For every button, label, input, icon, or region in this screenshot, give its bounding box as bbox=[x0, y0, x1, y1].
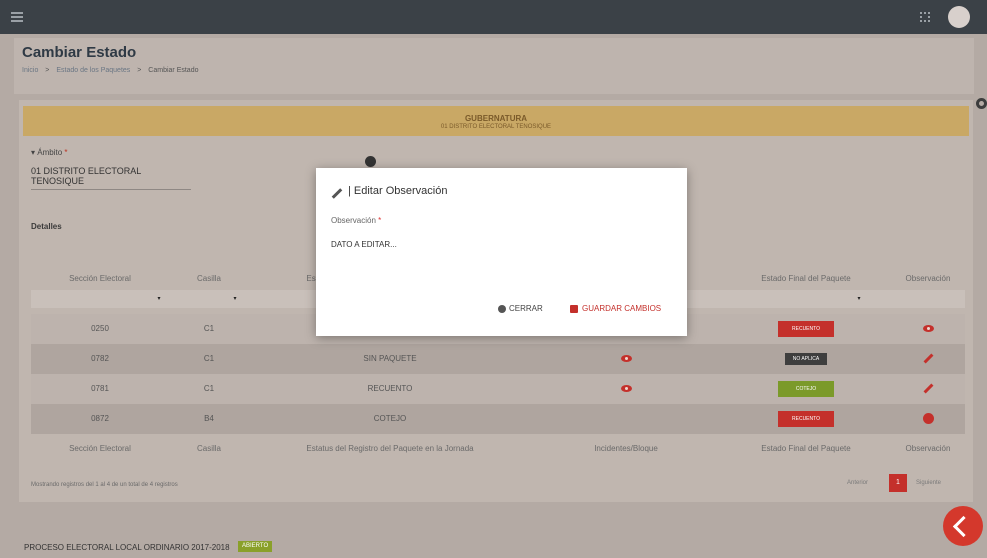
footer-estatus: Estatus del Registro del Paquete en la J… bbox=[306, 444, 474, 453]
cell-seccion: 0782 bbox=[91, 354, 109, 363]
pencil-icon[interactable] bbox=[923, 383, 933, 394]
save-button-label: GUARDAR CAMBIOS bbox=[582, 304, 662, 313]
cell-estatus: COTEJO bbox=[373, 414, 407, 423]
status-badge: ABIERTO bbox=[238, 541, 273, 552]
pagination-info: Mostrando registros del 1 al 4 de un tot… bbox=[31, 482, 178, 488]
status-badge: NO APLICA bbox=[785, 352, 827, 365]
gear-icon[interactable] bbox=[976, 98, 987, 109]
eye-icon[interactable] bbox=[620, 385, 632, 393]
eye-icon[interactable] bbox=[620, 355, 632, 363]
pagination-prev[interactable]: Anterior bbox=[847, 480, 868, 486]
table-row: 0781 C1 RECUENTO COTEJO bbox=[31, 374, 965, 404]
cell-casilla: B4 bbox=[204, 414, 214, 423]
ambito-select[interactable]: 01 DISTRITO ELECTORAL TENOSIQUE bbox=[31, 166, 191, 190]
eye-icon[interactable] bbox=[922, 325, 934, 333]
chevron-down-icon[interactable]: ▾ bbox=[851, 290, 867, 308]
cell-accion bbox=[891, 344, 965, 374]
chevron-down-icon[interactable]: ▾ bbox=[227, 290, 243, 308]
breadcrumb-home[interactable]: Inicio bbox=[22, 67, 38, 74]
table-row: 0782 C1 SIN PAQUETE NO APLICA bbox=[31, 344, 965, 374]
fullscreen-icon[interactable] bbox=[920, 12, 930, 22]
cell-accion bbox=[891, 404, 965, 434]
cell-seccion: 0872 bbox=[91, 414, 109, 423]
banner-subtitle: 01 DISTRITO ELECTORAL TENOSIQUE bbox=[440, 124, 552, 130]
breadcrumb-separator: > bbox=[45, 67, 50, 74]
process-label: PROCESO ELECTORAL LOCAL ORDINARIO 2017-2… bbox=[24, 543, 230, 552]
pagination-next[interactable]: Siguiente bbox=[916, 480, 941, 486]
back-button[interactable] bbox=[943, 506, 983, 546]
cell-casilla: C1 bbox=[203, 324, 215, 333]
cell-seccion: 0781 bbox=[91, 384, 109, 393]
ambito-label-text: Ámbito bbox=[37, 148, 63, 157]
page-header: Cambiar Estado Inicio > Estado de los Pa… bbox=[14, 38, 974, 94]
election-banner: GUBERNATURA 01 DISTRITO ELECTORAL TENOSI… bbox=[23, 106, 969, 136]
cell-estado-final: RECUENTO bbox=[721, 314, 891, 344]
cell-estado-final: RECUENTO bbox=[721, 404, 891, 434]
cell-seccion: 0250 bbox=[91, 324, 109, 333]
pagination-page[interactable]: 1 bbox=[889, 474, 907, 492]
required-mark: * bbox=[378, 216, 382, 225]
cell-casilla: C1 bbox=[203, 384, 215, 393]
chevron-down-icon[interactable]: ▾ bbox=[151, 290, 167, 308]
footer-seccion: Sección Electoral bbox=[69, 444, 131, 453]
breadcrumb-current: Cambiar Estado bbox=[148, 67, 199, 74]
footer-observacion: Observación bbox=[905, 444, 951, 453]
cell-estado-final: COTEJO bbox=[721, 374, 891, 404]
footer-estado-final: Estado Final del Paquete bbox=[761, 444, 851, 453]
observation-label-text: Observación bbox=[331, 216, 376, 225]
cell-incidentes bbox=[531, 374, 721, 404]
save-button[interactable]: GUARDAR CAMBIOS bbox=[570, 302, 661, 316]
modal-title: | Editar Observación bbox=[348, 185, 448, 197]
menu-icon[interactable] bbox=[11, 12, 23, 22]
breadcrumb-separator: > bbox=[137, 67, 142, 74]
cell-estatus: SIN PAQUETE bbox=[363, 354, 417, 363]
cell-incidentes bbox=[531, 344, 721, 374]
edit-observation-modal: | Editar Observación Observación * CERRA… bbox=[316, 168, 687, 336]
status-badge: RECUENTO bbox=[778, 410, 834, 427]
top-navbar bbox=[0, 0, 987, 34]
save-icon bbox=[570, 304, 578, 313]
table-footer: Sección Electoral Casilla Estatus del Re… bbox=[31, 434, 965, 464]
avatar[interactable] bbox=[948, 6, 970, 28]
cell-accion bbox=[891, 314, 965, 344]
observation-label: Observación * bbox=[331, 216, 381, 225]
ambito-label: ▾ Ámbito * bbox=[31, 148, 68, 157]
filter-icon: ▾ bbox=[31, 148, 36, 157]
page-title: Cambiar Estado bbox=[22, 44, 137, 61]
footer-incidentes: Incidentes/Bloque bbox=[594, 444, 658, 453]
cell-estatus: RECUENTO bbox=[367, 384, 413, 393]
footer-casilla: Casilla bbox=[196, 444, 221, 453]
table-row: 0872 B4 COTEJO RECUENTO bbox=[31, 404, 965, 434]
status-badge: COTEJO bbox=[778, 380, 834, 397]
banner-title: GUBERNATURA bbox=[464, 114, 528, 123]
help-icon[interactable] bbox=[365, 156, 376, 167]
observation-input[interactable] bbox=[331, 236, 671, 252]
close-button-label: CERRAR bbox=[509, 304, 543, 313]
required-mark: * bbox=[64, 148, 68, 157]
pencil-icon bbox=[331, 188, 343, 199]
cell-casilla: C1 bbox=[203, 354, 215, 363]
cell-accion bbox=[891, 374, 965, 404]
cell-estado-final: NO APLICA bbox=[721, 344, 891, 374]
breadcrumb-paquetes[interactable]: Estado de los Paquetes bbox=[56, 67, 130, 74]
pencil-icon[interactable] bbox=[923, 353, 933, 364]
close-icon bbox=[498, 304, 506, 313]
breadcrumb: Inicio > Estado de los Paquetes > Cambia… bbox=[22, 67, 199, 74]
section-title: Detalles bbox=[31, 222, 62, 231]
status-badge: RECUENTO bbox=[778, 320, 834, 337]
add-icon[interactable] bbox=[922, 413, 934, 425]
close-button[interactable]: CERRAR bbox=[498, 302, 543, 316]
